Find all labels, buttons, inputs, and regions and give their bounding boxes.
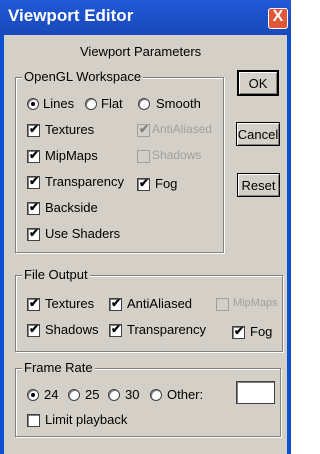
radio-rate-30[interactable]	[108, 389, 120, 401]
checkbox-gl-use-shaders-label: Use Shaders	[45, 226, 121, 241]
checkbox-file-transparency-label: Transparency	[127, 322, 206, 337]
checkbox-gl-shadows-label: Shadows	[152, 148, 202, 162]
checkbox-file-textures[interactable]: ✔	[27, 296, 40, 311]
checkmark-icon: ✔	[139, 122, 150, 136]
radio-selected-dot	[31, 102, 35, 106]
checkbox-gl-antialiased-label: AntiAliased	[152, 122, 213, 136]
checkmark-icon: ✔	[29, 174, 40, 188]
dialog-heading: Viewport Parameters	[80, 44, 202, 59]
checkbox-file-shadows[interactable]: ✔	[27, 322, 40, 337]
file-output-group: File Output	[15, 267, 283, 352]
checkmark-icon: ✔	[111, 322, 122, 336]
radio-flat-label: Flat	[101, 96, 123, 111]
radio-lines[interactable]	[27, 98, 39, 110]
file-output-legend: File Output	[22, 267, 90, 282]
checkbox-file-fog-label: Fog	[250, 324, 273, 339]
radio-smooth[interactable]	[138, 98, 150, 110]
frame-rate-legend: Frame Rate	[22, 360, 95, 375]
opengl-workspace-legend: OpenGL Workspace	[22, 69, 144, 84]
checkmark-icon: ✔	[29, 296, 40, 310]
checkbox-file-fog[interactable]: ✔	[232, 324, 245, 339]
checkmark-icon: ✔	[29, 200, 40, 214]
checkbox-gl-backside-label: Backside	[45, 200, 98, 215]
checkbox-file-antialiased-label: AntiAliased	[127, 296, 193, 311]
reset-button[interactable]: Reset	[237, 173, 280, 197]
checkbox-gl-textures-label: Textures	[45, 122, 95, 137]
title-bar: Viewport Editor X	[0, 0, 291, 35]
checkbox-gl-transparency[interactable]: ✔	[27, 174, 40, 189]
radio-lines-label: Lines	[43, 96, 75, 111]
checkmark-icon: ✔	[29, 122, 40, 136]
checkbox-gl-backside[interactable]: ✔	[27, 200, 40, 215]
checkmark-icon: ✔	[29, 226, 40, 240]
checkbox-file-transparency[interactable]: ✔	[109, 322, 122, 337]
cancel-button[interactable]: Cancel	[236, 122, 280, 146]
checkbox-gl-use-shaders[interactable]: ✔	[27, 226, 40, 241]
checkbox-gl-antialiased[interactable]: ✔	[137, 122, 150, 137]
window-right-border	[287, 35, 291, 454]
checkbox-file-mipmaps[interactable]	[216, 298, 229, 311]
radio-rate-25[interactable]	[68, 389, 80, 401]
window-left-border	[0, 35, 4, 454]
other-rate-input[interactable]	[236, 381, 275, 404]
checkmark-icon: ✔	[29, 322, 40, 336]
checkbox-file-antialiased[interactable]: ✔	[109, 296, 122, 311]
checkmark-icon: ✔	[139, 176, 150, 190]
radio-flat[interactable]	[85, 98, 97, 110]
close-button[interactable]: X	[268, 8, 288, 29]
checkbox-gl-fog-label: Fog	[155, 176, 178, 191]
checkbox-limit-playback[interactable]	[27, 414, 40, 427]
checkmark-icon: ✔	[234, 324, 245, 338]
radio-selected-dot	[31, 393, 35, 397]
checkbox-gl-fog[interactable]: ✔	[137, 176, 150, 191]
close-icon: X	[272, 8, 284, 25]
checkbox-gl-transparency-label: Transparency	[45, 174, 124, 189]
checkbox-file-shadows-label: Shadows	[45, 322, 99, 337]
window-title: Viewport Editor	[8, 6, 134, 25]
radio-rate-other[interactable]	[150, 389, 162, 401]
ok-button[interactable]: OK	[237, 70, 279, 96]
radio-rate-24-label: 24	[44, 387, 59, 402]
checkbox-file-textures-label: Textures	[45, 296, 95, 311]
checkbox-gl-textures[interactable]: ✔	[27, 122, 40, 137]
checkbox-gl-mipmaps-label: MipMaps	[45, 148, 98, 163]
radio-rate-24[interactable]	[27, 389, 39, 401]
checkbox-file-mipmaps-label: MipMaps	[233, 297, 278, 309]
radio-smooth-label: Smooth	[156, 96, 201, 111]
viewport-editor-window: Viewport Editor X Viewport Parameters Op…	[0, 0, 291, 454]
checkbox-gl-mipmaps[interactable]: ✔	[27, 148, 40, 163]
checkbox-limit-playback-label: Limit playback	[45, 412, 128, 427]
radio-rate-25-label: 25	[85, 387, 100, 402]
radio-rate-other-label: Other:	[167, 387, 204, 402]
radio-rate-30-label: 30	[125, 387, 140, 402]
checkbox-gl-shadows[interactable]	[137, 150, 150, 163]
checkmark-icon: ✔	[29, 148, 40, 162]
checkmark-icon: ✔	[111, 296, 122, 310]
